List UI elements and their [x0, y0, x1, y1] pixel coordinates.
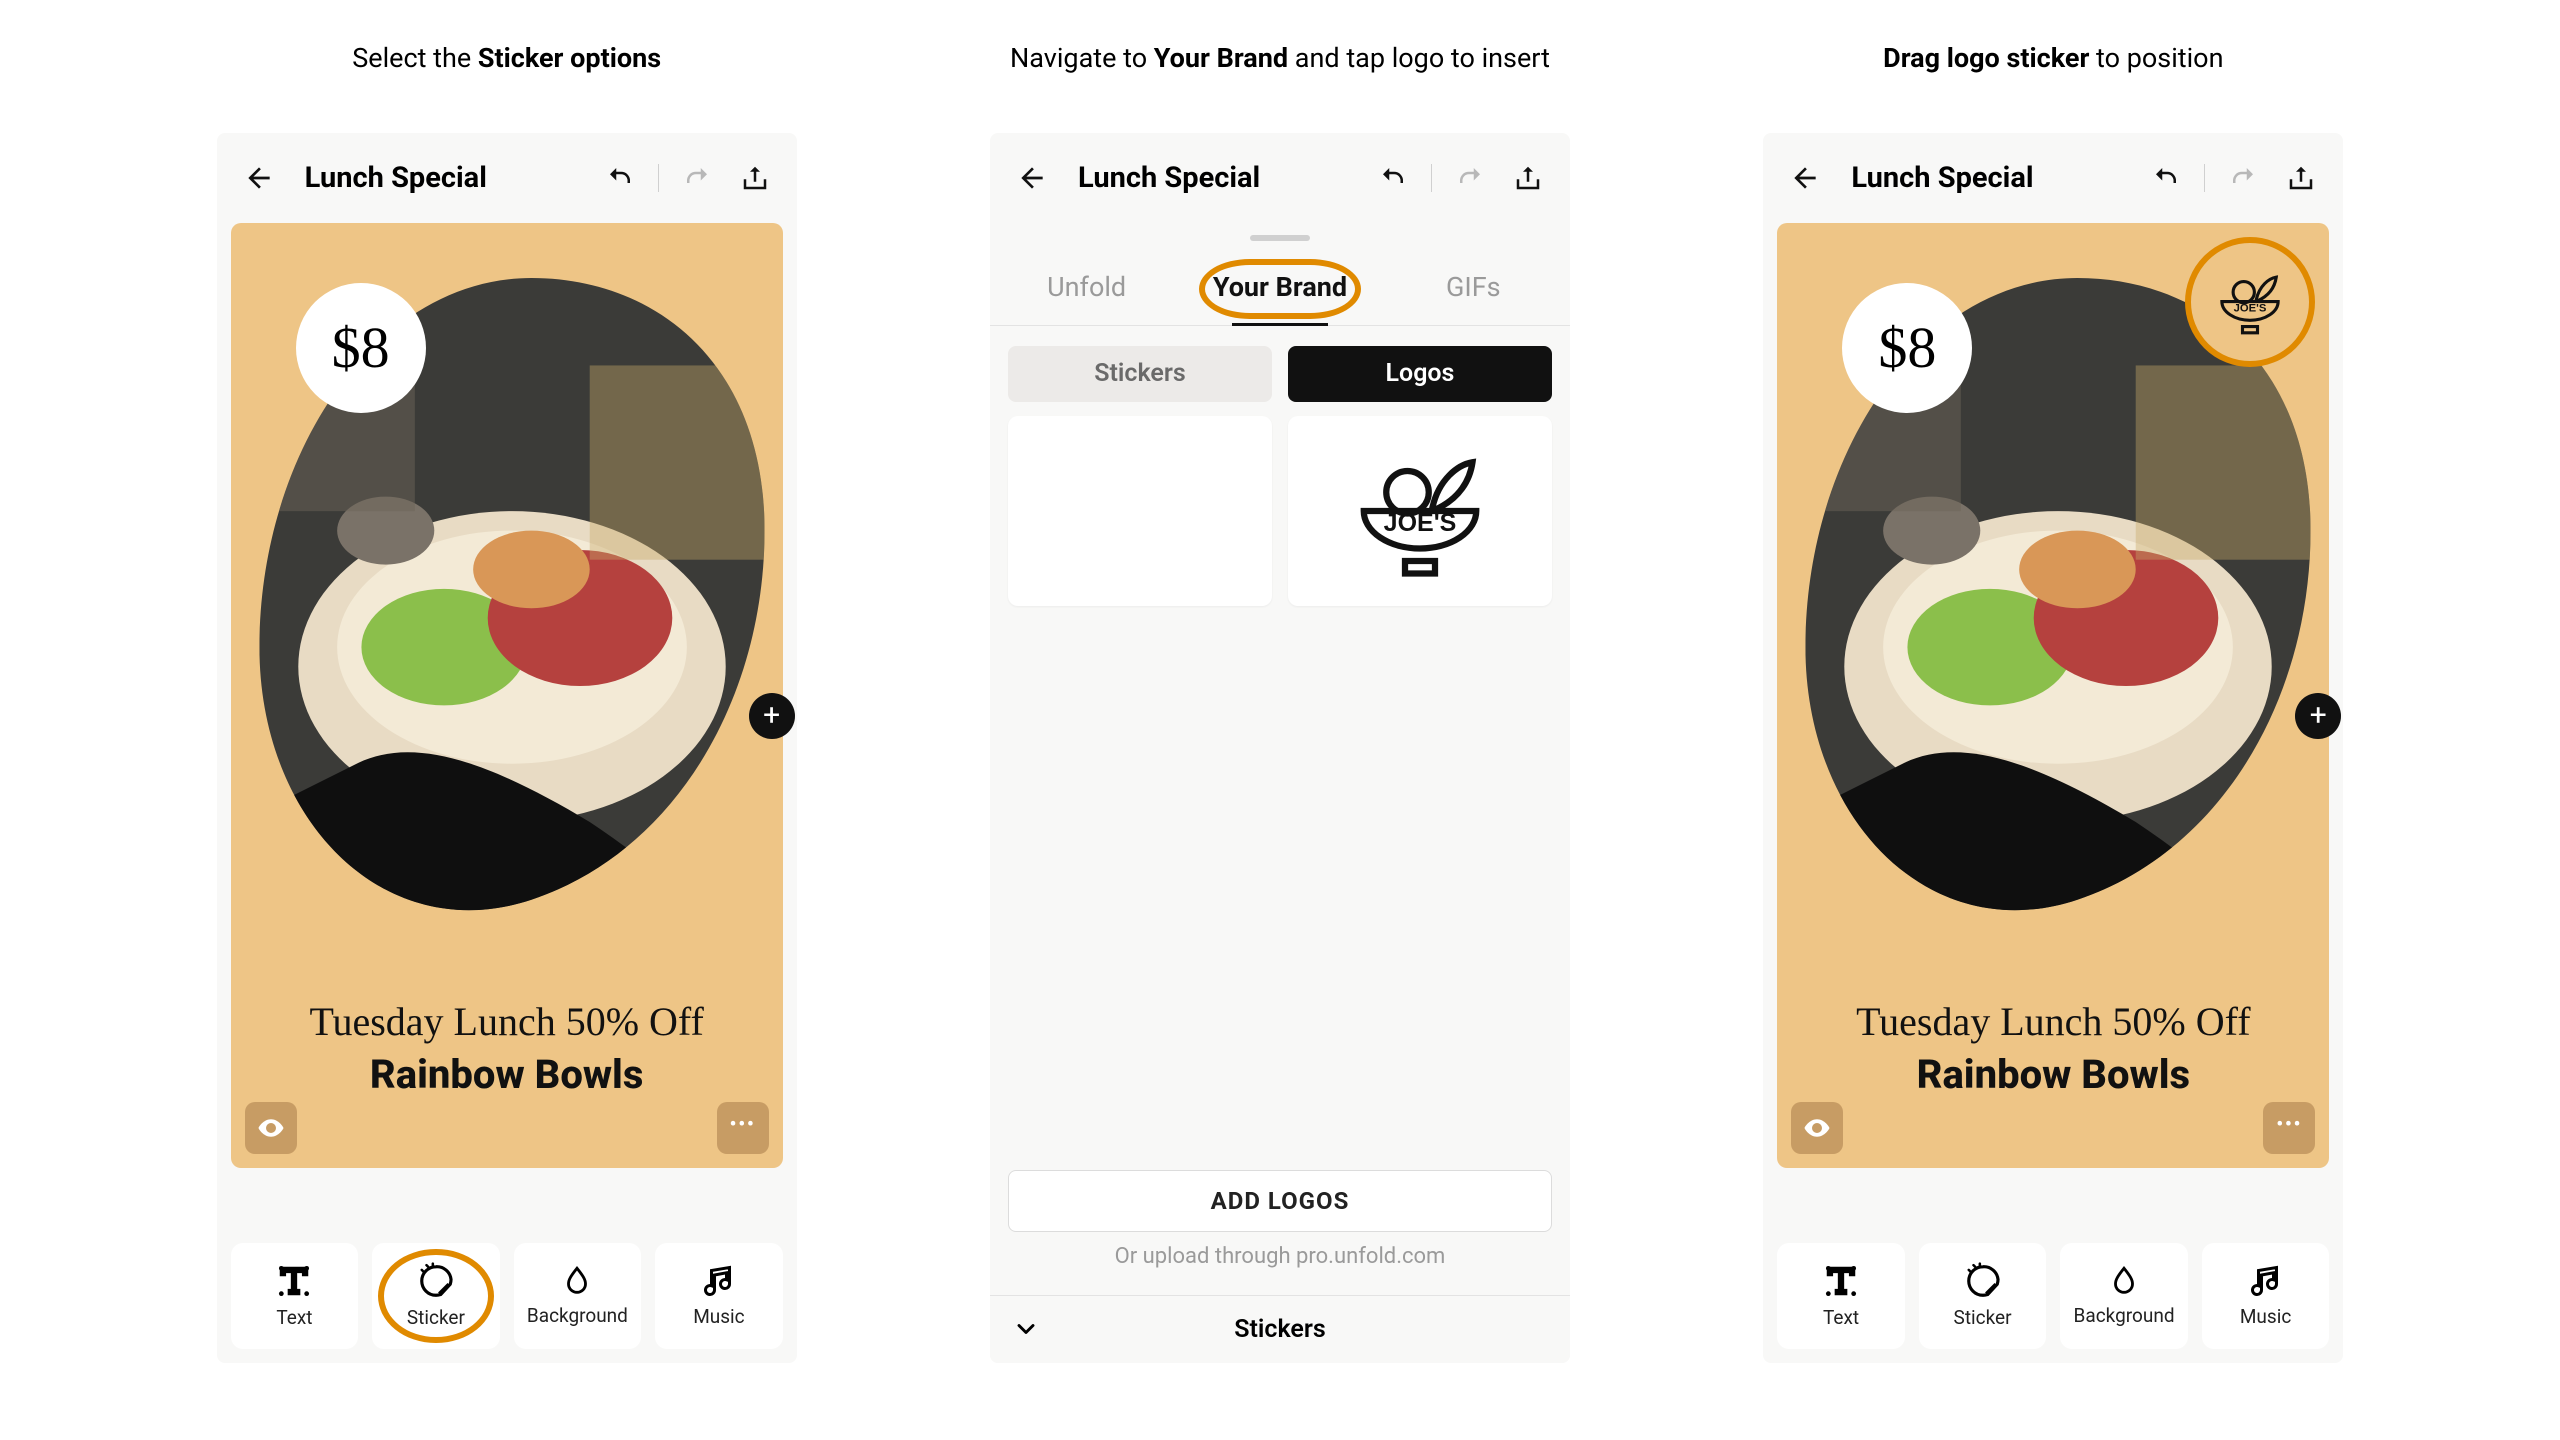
segment-logos[interactable]: Logos	[1288, 346, 1552, 402]
divider	[658, 164, 659, 192]
back-icon[interactable]	[1785, 158, 1825, 198]
tab-gifs[interactable]: GIFs	[1377, 249, 1570, 325]
panel-footer[interactable]: Stickers	[990, 1295, 1570, 1363]
tool-music[interactable]: Music	[2202, 1243, 2330, 1349]
upload-note: Or upload through pro.unfold.com	[990, 1244, 1570, 1269]
drop-icon	[560, 1264, 594, 1298]
logo-cell-joes[interactable]: JOE'S	[1288, 416, 1552, 606]
tool-sticker[interactable]: Sticker	[1919, 1243, 2047, 1349]
share-icon[interactable]	[1508, 158, 1548, 198]
page-title: Lunch Special	[305, 161, 582, 195]
headline-text[interactable]: Tuesday Lunch 50% Off	[231, 998, 783, 1045]
divider	[2204, 164, 2205, 192]
back-icon[interactable]	[239, 158, 279, 198]
subline-text[interactable]: Rainbow Bowls	[231, 1051, 783, 1098]
tool-background[interactable]: Background	[514, 1243, 642, 1349]
music-icon	[2248, 1263, 2284, 1299]
share-icon[interactable]	[2281, 158, 2321, 198]
page-title: Lunch Special	[1851, 161, 2128, 195]
bottom-toolbar: Text Sticker Background Music	[217, 1229, 797, 1363]
more-button[interactable]: •••	[717, 1102, 769, 1154]
topbar: Lunch Special	[990, 133, 1570, 223]
tool-sticker[interactable]: Sticker	[372, 1243, 500, 1349]
undo-icon[interactable]	[1373, 158, 1413, 198]
more-button[interactable]: •••	[2263, 1102, 2315, 1154]
add-logos-button[interactable]: ADD LOGOS	[1008, 1170, 1552, 1232]
phone-screen-3: Lunch Special	[1763, 133, 2343, 1363]
subline-text[interactable]: Rainbow Bowls	[1777, 1051, 2329, 1098]
caption-2: Navigate to Your Brand and tap logo to i…	[1010, 40, 1550, 78]
segment-stickers[interactable]: Stickers	[1008, 346, 1272, 402]
logo-grid: JOE'S	[990, 416, 1570, 606]
topbar: Lunch Special	[1763, 133, 2343, 223]
tool-text[interactable]: Text	[231, 1243, 359, 1349]
redo-icon[interactable]	[677, 158, 717, 198]
tool-text[interactable]: Text	[1777, 1243, 1905, 1349]
drop-icon	[2107, 1264, 2141, 1298]
divider	[1431, 164, 1432, 192]
drag-handle[interactable]	[1250, 235, 1310, 241]
phone-screen-2: Lunch Special Unfold Your Brand GIFs	[990, 133, 1570, 1363]
phone-screen-1: Lunch Special	[217, 133, 797, 1363]
sticker-panel: Unfold Your Brand GIFs Stickers Logos	[990, 223, 1570, 1363]
panel-footer-title: Stickers	[990, 1315, 1570, 1344]
joes-logo-icon: JOE'S	[2210, 264, 2290, 339]
undo-icon[interactable]	[600, 158, 640, 198]
text-icon	[275, 1262, 313, 1300]
tab-your-brand[interactable]: Your Brand	[1183, 249, 1376, 325]
segment-control: Stickers Logos	[990, 326, 1570, 416]
sticker-icon	[417, 1262, 455, 1300]
undo-icon[interactable]	[2146, 158, 2186, 198]
back-icon[interactable]	[1012, 158, 1052, 198]
joes-logo-text: JOE'S	[1384, 509, 1457, 537]
price-badge[interactable]: $8	[296, 283, 426, 413]
preview-button[interactable]	[245, 1102, 297, 1154]
topbar: Lunch Special	[217, 133, 797, 223]
music-icon	[701, 1263, 737, 1299]
design-canvas[interactable]: $8 JOE'S Tuesday Lunch 50% Off Rainbow B…	[1777, 223, 2329, 1168]
text-icon	[1822, 1262, 1860, 1300]
add-page-button[interactable]: +	[2295, 693, 2341, 739]
tab-unfold[interactable]: Unfold	[990, 249, 1183, 325]
logo-cell-empty[interactable]	[1008, 416, 1272, 606]
caption-3: Drag logo sticker to position	[1883, 40, 2223, 78]
tool-music[interactable]: Music	[655, 1243, 783, 1349]
price-badge[interactable]: $8	[1842, 283, 1972, 413]
tool-background[interactable]: Background	[2060, 1243, 2188, 1349]
caption-1: Select the Sticker options	[352, 40, 661, 78]
headline-text[interactable]: Tuesday Lunch 50% Off	[1777, 998, 2329, 1045]
preview-button[interactable]	[1791, 1102, 1843, 1154]
redo-icon[interactable]	[2223, 158, 2263, 198]
page-title: Lunch Special	[1078, 161, 1355, 195]
redo-icon[interactable]	[1450, 158, 1490, 198]
svg-text:JOE'S: JOE'S	[2234, 303, 2267, 315]
joes-logo-icon: JOE'S	[1340, 436, 1500, 586]
design-canvas[interactable]: $8 Tuesday Lunch 50% Off Rainbow Bowls •…	[231, 223, 783, 1168]
panel-tabs: Unfold Your Brand GIFs	[990, 249, 1570, 326]
sticker-icon	[1964, 1262, 2002, 1300]
logo-sticker[interactable]: JOE'S	[2185, 237, 2315, 367]
add-page-button[interactable]: +	[749, 693, 795, 739]
share-icon[interactable]	[735, 158, 775, 198]
bottom-toolbar: Text Sticker Background Music	[1763, 1229, 2343, 1363]
